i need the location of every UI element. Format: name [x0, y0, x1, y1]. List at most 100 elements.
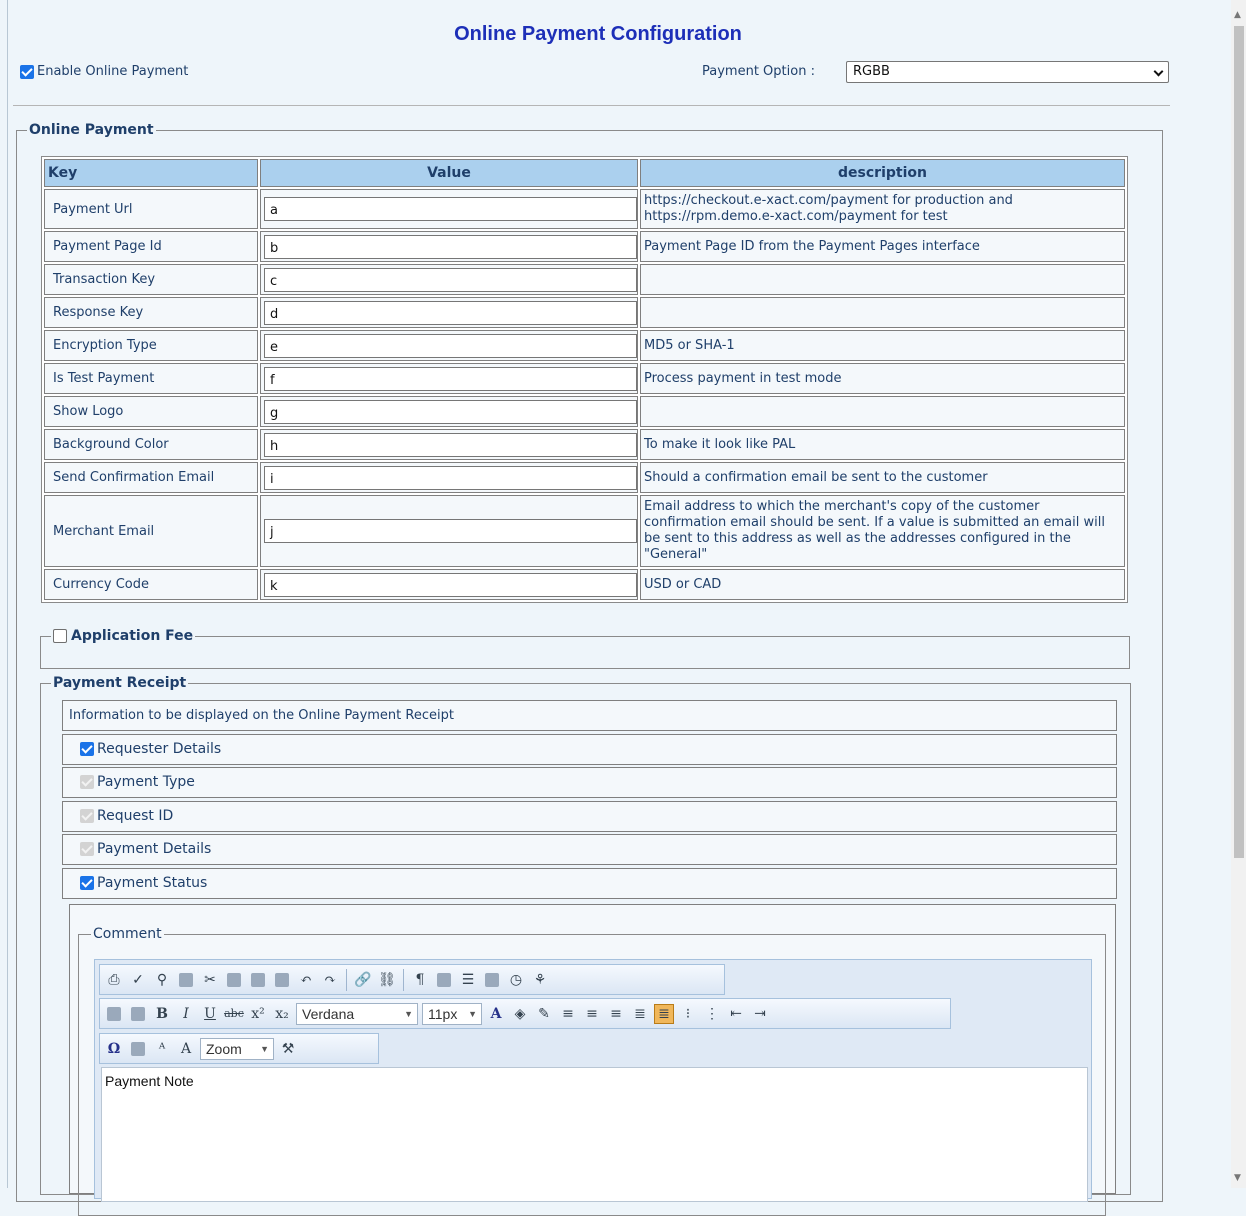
zoom-select[interactable]: Zoom ▼	[200, 1037, 274, 1060]
row-description	[640, 396, 1125, 427]
value-input[interactable]: e	[264, 333, 637, 358]
justify-none-icon[interactable]: ≣	[654, 1003, 674, 1024]
superscript-icon[interactable]: x²	[248, 1004, 268, 1024]
application-fee-checkbox[interactable]	[53, 629, 67, 643]
insert-table-icon[interactable]	[128, 1039, 148, 1059]
scroll-down-icon[interactable]: ▼	[1234, 1173, 1241, 1183]
select-all-icon[interactable]	[176, 970, 196, 990]
row-key: Payment Url	[44, 189, 258, 229]
find-icon[interactable]: ⚲	[152, 970, 172, 990]
editor-content[interactable]: Payment Note	[101, 1067, 1088, 1202]
strikethrough-icon[interactable]: abc	[224, 1004, 244, 1024]
format-stripper-icon[interactable]: ⚘	[530, 970, 550, 990]
scroll-up-icon[interactable]: ▲	[1234, 10, 1241, 20]
align-left-icon[interactable]: ≡	[558, 1004, 578, 1024]
row-key: Response Key	[44, 297, 258, 328]
print-icon[interactable]: ⎙	[104, 970, 124, 990]
background-color-icon[interactable]: ◈	[510, 1004, 530, 1024]
value-input[interactable]: k	[264, 572, 637, 597]
receipt-options: Information to be displayed on the Onlin…	[62, 700, 1117, 902]
rich-text-editor: ⎙ ✓ ⚲ ✂ ↶ ↷ 🔗 ⛓ ¶ ☰ ◷ ⚘ B I U abc x² x₂ …	[94, 959, 1092, 1202]
request-id-checkbox	[80, 808, 94, 823]
format-block-icon[interactable]: ☰	[458, 970, 478, 990]
value-input[interactable]: i	[264, 465, 637, 490]
enable-online-payment-checkbox[interactable]	[20, 64, 34, 79]
bulleted-list-icon[interactable]: ⁝	[678, 1004, 698, 1024]
cut-icon[interactable]: ✂	[200, 970, 220, 990]
justify-full-icon[interactable]: ≣	[630, 1004, 650, 1024]
undo-icon[interactable]: ↶	[296, 970, 316, 990]
receipt-option-label: Payment Status	[97, 874, 208, 891]
value-input[interactable]: f	[264, 366, 637, 391]
enable-online-payment[interactable]: Enable Online Payment	[20, 64, 188, 79]
value-input[interactable]: g	[264, 399, 637, 424]
module-manager-icon[interactable]: ⚒	[278, 1039, 298, 1059]
row-key: Merchant Email	[44, 495, 258, 567]
image-manager-icon[interactable]	[104, 1004, 124, 1024]
insert-time-icon[interactable]: ◷	[506, 970, 526, 990]
table-row: Send Confirmation Email i Should a confi…	[44, 462, 1125, 493]
value-input[interactable]: j	[264, 519, 637, 543]
application-fee-fieldset: Application Fee	[40, 628, 1130, 669]
convert-lower-icon[interactable]: ᴬ	[152, 1039, 172, 1059]
font-name-select[interactable]: Verdana ▼	[296, 1002, 418, 1025]
value-input[interactable]: a	[264, 197, 637, 221]
template-icon[interactable]	[434, 970, 454, 990]
paste-icon[interactable]	[248, 970, 268, 990]
row-key: Payment Page Id	[44, 231, 258, 262]
table-row: Payment Page Id b Payment Page ID from t…	[44, 231, 1125, 262]
toolbar-separator	[403, 968, 404, 991]
redo-icon[interactable]: ↷	[320, 970, 340, 990]
value-input[interactable]: c	[264, 267, 637, 292]
column-header-description: description	[640, 159, 1125, 187]
value-input[interactable]: b	[264, 234, 637, 259]
font-size-select[interactable]: 11px ▼	[422, 1002, 482, 1025]
indent-icon[interactable]: ⇥	[750, 1004, 770, 1024]
align-right-icon[interactable]: ≡	[606, 1004, 626, 1024]
remove-link-icon[interactable]: ⛓	[377, 970, 397, 990]
bold-icon[interactable]: B	[152, 1004, 172, 1024]
receipt-option-requester-details[interactable]: Requester Details	[62, 733, 1117, 765]
zoom-value: Zoom	[206, 1040, 242, 1057]
row-description: Email address to which the merchant's co…	[640, 495, 1125, 567]
table-row: Background Color h To make it look like …	[44, 429, 1125, 460]
toolbar-separator	[346, 968, 347, 991]
font-color-icon[interactable]: A	[486, 1004, 506, 1024]
row-description: MD5 or SHA-1	[640, 330, 1125, 361]
hyperlink-icon[interactable]: 🔗	[353, 970, 373, 990]
application-fee-legend: Application Fee	[71, 628, 194, 644]
scroll-thumb[interactable]	[1234, 26, 1244, 858]
special-characters-icon[interactable]: Ω	[104, 1039, 124, 1059]
table-row: Show Logo g	[44, 396, 1125, 427]
enable-online-payment-label: Enable Online Payment	[37, 64, 189, 79]
outdent-icon[interactable]: ⇤	[726, 1004, 746, 1024]
align-center-icon[interactable]: ≡	[582, 1004, 602, 1024]
row-key: Background Color	[44, 429, 258, 460]
font-size-value: 11px	[428, 1005, 458, 1022]
receipt-option-payment-status[interactable]: Payment Status	[62, 867, 1117, 899]
row-key: Send Confirmation Email	[44, 462, 258, 493]
copy-icon[interactable]	[224, 970, 244, 990]
subscript-icon[interactable]: x₂	[272, 1004, 292, 1024]
spellcheck-icon[interactable]: ✓	[128, 970, 148, 990]
requester-details-checkbox[interactable]	[80, 741, 94, 756]
receipt-option-label: Payment Details	[97, 841, 212, 858]
convert-upper-icon[interactable]: A	[176, 1039, 196, 1059]
payment-option-select[interactable]: RGBB	[846, 61, 1169, 83]
payment-status-checkbox[interactable]	[80, 875, 94, 890]
row-key: Currency Code	[44, 569, 258, 600]
italic-icon[interactable]: I	[176, 1004, 196, 1024]
receipt-option-label: Request ID	[97, 807, 174, 824]
image-map-icon[interactable]	[128, 1004, 148, 1024]
paragraph-icon[interactable]: ¶	[410, 970, 430, 990]
value-input[interactable]: h	[264, 432, 637, 457]
insert-date-icon[interactable]	[482, 970, 502, 990]
underline-icon[interactable]: U	[200, 1004, 220, 1024]
value-input[interactable]: d	[264, 300, 637, 325]
numbered-list-icon[interactable]: ⋮	[702, 1004, 722, 1024]
vertical-scrollbar[interactable]: ▲ ▼	[1231, 0, 1246, 1188]
paste-options-icon[interactable]	[272, 970, 292, 990]
apply-css-icon[interactable]: ✎	[534, 1004, 554, 1024]
payment-receipt-legend: Payment Receipt	[53, 675, 187, 691]
receipt-option-label: Requester Details	[97, 740, 222, 757]
